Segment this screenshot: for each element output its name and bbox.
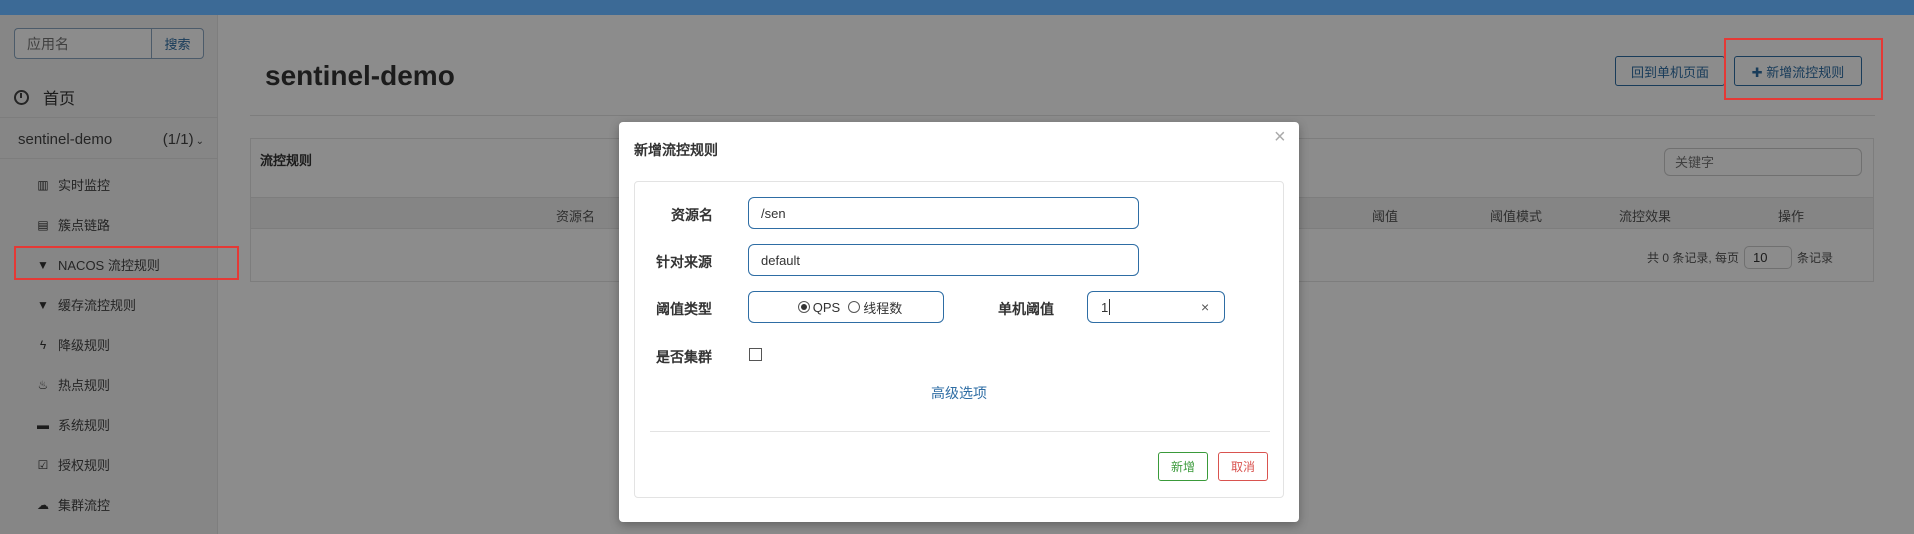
- origin-label: 针对来源: [656, 254, 712, 270]
- threshold-type-label: 阈值类型: [656, 301, 712, 317]
- origin-input[interactable]: [748, 244, 1139, 276]
- divider: [650, 431, 1270, 432]
- radio-threads[interactable]: [848, 301, 861, 313]
- resource-name-input[interactable]: [748, 197, 1139, 229]
- cluster-checkbox[interactable]: [749, 348, 762, 361]
- highlight-box: [1724, 38, 1883, 100]
- radio-threads-label: 线程数: [863, 300, 903, 316]
- rule-form: 资源名 针对来源 阈值类型 QPS 线程数 单机阈值 1 × 是否集群 高级选项…: [634, 181, 1284, 498]
- dialog-title: 新增流控规则: [634, 142, 718, 158]
- advanced-options-link[interactable]: 高级选项: [635, 383, 1283, 403]
- highlight-box: [14, 246, 239, 280]
- single-threshold-label: 单机阈值: [998, 301, 1054, 317]
- clear-icon[interactable]: ×: [1201, 299, 1209, 315]
- threshold-value: 1: [1101, 300, 1109, 315]
- single-threshold-input[interactable]: 1 ×: [1087, 291, 1225, 323]
- text-cursor: [1109, 299, 1110, 315]
- close-icon[interactable]: ×: [1274, 126, 1286, 149]
- cancel-button[interactable]: 取消: [1218, 452, 1268, 481]
- add-flow-rule-dialog: 新增流控规则 × 资源名 针对来源 阈值类型 QPS 线程数 单机阈值 1 × …: [619, 122, 1299, 522]
- top-bar: [0, 0, 1914, 15]
- add-button[interactable]: 新增: [1158, 452, 1208, 481]
- radio-qps-label: QPS: [812, 299, 841, 315]
- cluster-label: 是否集群: [656, 349, 712, 365]
- threshold-type-radio-group: QPS 线程数: [748, 291, 944, 323]
- resource-label: 资源名: [671, 207, 713, 223]
- radio-qps[interactable]: [797, 301, 810, 313]
